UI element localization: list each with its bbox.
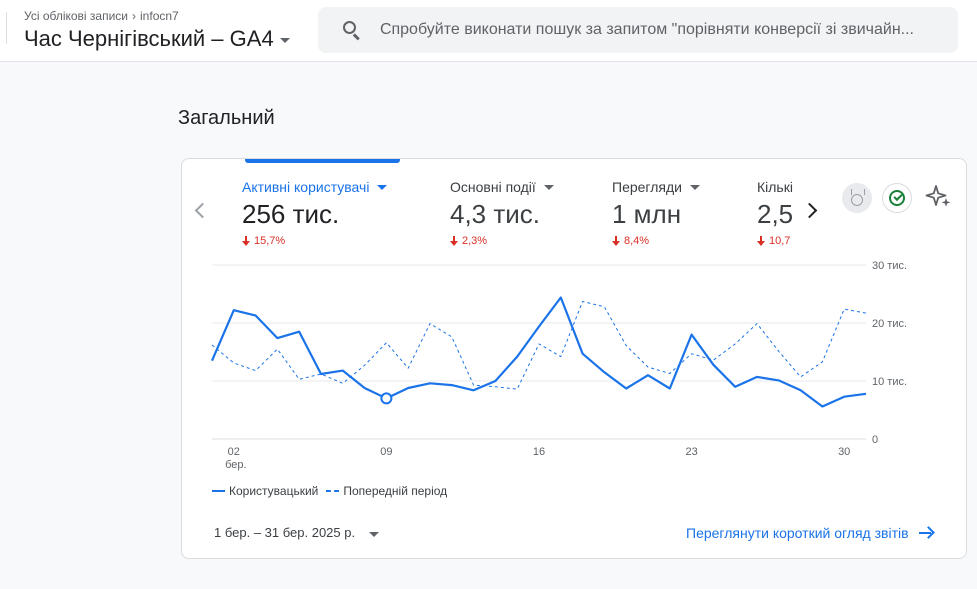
y-tick-label: 10 тис. — [872, 376, 907, 388]
metric-label: Активні користувачі — [242, 179, 370, 195]
metric-delta: 10,7 — [769, 235, 791, 247]
legend-current: Користувацький — [229, 484, 319, 498]
metric-label: Перегляди — [612, 179, 682, 195]
chevron-left-icon[interactable] — [192, 199, 208, 221]
top-header: Усі облікові записи › infocn7 Час Черніг… — [0, 0, 977, 62]
metric-value: 4,3 тис. — [450, 199, 541, 229]
view-link-label: Переглянути короткий огляд звітів — [686, 525, 909, 541]
arrow-down-icon — [242, 236, 250, 246]
overview-card: Активні користувачі 256 тис. 15,7% Основ… — [181, 158, 967, 559]
y-tick-label: 0 — [872, 434, 878, 446]
x-tick-label: 30 — [838, 446, 850, 458]
date-range-label: 1 бер. – 31 бер. 2025 р. — [214, 525, 356, 540]
view-reports-snapshot-link[interactable]: Переглянути короткий огляд звітів — [686, 525, 933, 541]
y-tick-label: 20 тис. — [872, 318, 907, 330]
metric-value: 256 тис. — [242, 199, 340, 229]
chevron-right-icon[interactable] — [804, 199, 820, 221]
caret-down-icon — [279, 38, 290, 43]
x-tick-label: 02 — [228, 446, 240, 458]
chevron-right-icon: › — [132, 9, 137, 23]
medal-icon[interactable] — [842, 183, 872, 213]
metric-count[interactable]: Кількі 2,5 10,7 — [757, 179, 793, 247]
series-line-current — [210, 296, 867, 408]
caret-down-icon — [369, 531, 380, 537]
arrow-down-icon — [612, 236, 620, 246]
search-input[interactable] — [379, 21, 958, 39]
section-title: Загальний — [178, 107, 275, 129]
sparkle-icon[interactable] — [924, 183, 952, 211]
breadcrumb[interactable]: Усі облікові записи › infocn7 — [24, 9, 179, 23]
legend-previous: Попередній період — [343, 484, 448, 498]
search-icon — [342, 20, 362, 41]
metric-delta: 8,4% — [624, 235, 650, 247]
caret-down-icon[interactable] — [689, 185, 700, 190]
users-line-chart[interactable]: 0 10 тис. 20 тис. 30 тис. 02бер. 09 16 23 30 — [182, 259, 967, 479]
date-range-selector[interactable]: 1 бер. – 31 бер. 2025 р. — [214, 525, 380, 540]
arrow-down-icon — [450, 236, 458, 246]
caret-down-icon[interactable] — [377, 185, 388, 190]
legend-swatch-current — [212, 490, 225, 492]
metric-delta: 2,3% — [462, 235, 488, 247]
chart-legend: Користувацький Попередній період — [212, 484, 447, 498]
check-circle-icon[interactable] — [882, 183, 912, 213]
metric-label: Основні події — [450, 179, 536, 195]
search-bar[interactable] — [318, 7, 958, 53]
caret-down-icon[interactable] — [543, 185, 554, 190]
metric-key-events[interactable]: Основні події 4,3 тис. 2,3% — [450, 179, 554, 247]
active-tab-indicator — [245, 159, 400, 163]
metrics-row: Активні користувачі 256 тис. 15,7% Основ… — [242, 179, 797, 259]
x-tick-sublabel: бер. — [225, 459, 246, 471]
metric-active-users[interactable]: Активні користувачі 256 тис. 15,7% — [242, 179, 388, 247]
highlight-point — [380, 392, 393, 405]
series-line-previous — [211, 301, 867, 390]
breadcrumb-account[interactable]: infocn7 — [140, 9, 179, 23]
metric-value: 2,5 — [757, 199, 794, 229]
x-tick-label: 16 — [533, 446, 545, 458]
metric-value: 1 млн — [612, 199, 682, 229]
breadcrumb-all-accounts[interactable]: Усі облікові записи — [24, 9, 128, 23]
property-selector[interactable]: Час Чернігівський – GA4 — [24, 26, 290, 52]
x-tick-label: 09 — [380, 446, 392, 458]
arrow-down-icon — [757, 236, 765, 246]
arrow-right-icon — [918, 527, 933, 539]
header-divider — [6, 12, 7, 44]
metric-label: Кількі — [757, 179, 793, 195]
x-tick-label: 23 — [685, 446, 697, 458]
metric-views[interactable]: Перегляди 1 млн 8,4% — [612, 179, 700, 247]
metric-delta: 15,7% — [254, 235, 286, 247]
y-tick-label: 30 тис. — [872, 260, 907, 272]
property-name: Час Чернігівський – GA4 — [24, 26, 274, 51]
legend-swatch-previous — [326, 490, 340, 492]
